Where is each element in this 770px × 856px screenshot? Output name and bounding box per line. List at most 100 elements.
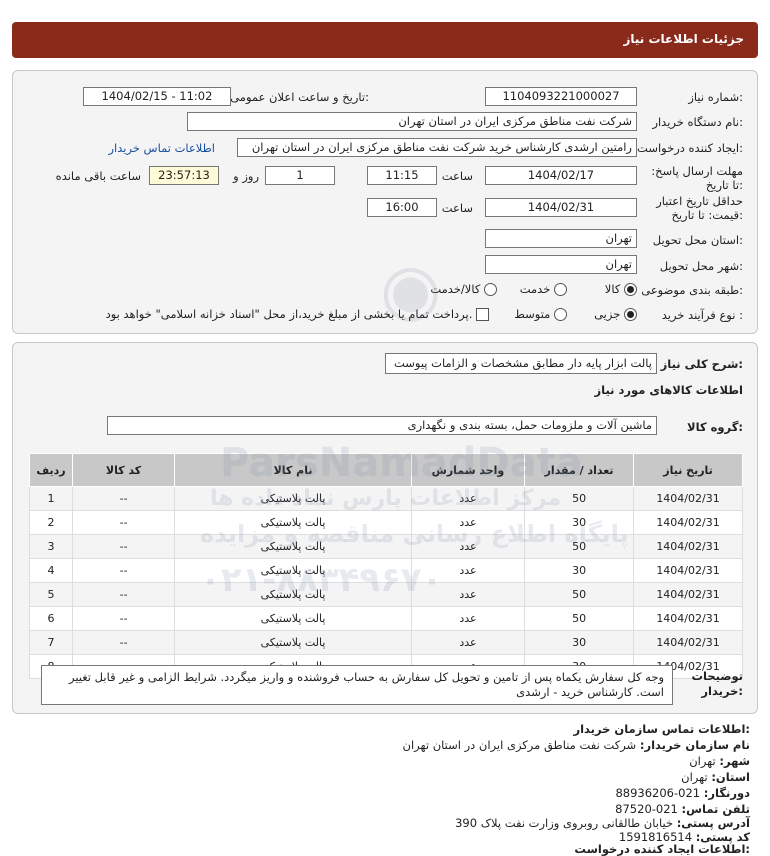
buyer-contact-section: اطلاعات تماس سازمان خریدار: نام سازمان خ…: [12, 718, 758, 856]
page-header: جزئیات اطلاعات نیاز: [12, 22, 758, 58]
contact-province-label: استان:: [711, 770, 750, 784]
days-label: روز و: [233, 169, 259, 183]
contact-org-value: شرکت نفت مناطق مرکزی ایران در استان تهرا…: [402, 738, 637, 752]
cell-unit: عدد: [410, 510, 526, 535]
radio-unchecked-icon[interactable]: [484, 283, 497, 296]
remaining-label: ساعت باقی مانده: [55, 169, 141, 183]
validity-label: حداقل تاریخ اعتبار قیمت: تا تاریخ:: [656, 194, 743, 222]
cell-row: 6: [29, 606, 73, 631]
cell-row: 4: [29, 558, 73, 583]
buyer-contact-link[interactable]: اطلاعات تماس خریدار: [108, 141, 215, 155]
cell-unit: عدد: [410, 606, 526, 631]
cell-qty: 50: [524, 582, 635, 607]
table-row: 2 -- پالت پلاستیکی عدد 30 1404/02/31: [29, 510, 743, 535]
cell-code: --: [71, 630, 176, 655]
cell-unit: عدد: [410, 486, 526, 511]
process-small-label: جزیی: [594, 307, 621, 321]
contact-fax-label: دورنگار:: [703, 786, 750, 800]
deadline-label: مهلت ارسال پاسخ: تا تاریخ:: [651, 164, 743, 192]
validity-date-field: 1404/02/31: [485, 198, 637, 217]
creator-info-title: اطلاعات ایجاد کننده درخواست:: [574, 842, 750, 856]
col-qty-header: تعداد / مقدار: [524, 453, 635, 487]
process-option-small[interactable]: جزیی: [594, 307, 637, 321]
buyer-org-field: شرکت نفت مناطق مرکزی ایران در استان تهرا…: [187, 112, 637, 131]
creator-label: ایجاد کننده درخواست:: [637, 141, 743, 155]
col-name-header: نام کالا: [174, 453, 412, 487]
col-code-header: کد کالا: [71, 453, 176, 487]
contact-fax-value: 021-88936206: [615, 786, 701, 800]
contact-province-value: تهران: [681, 770, 708, 784]
announce-label: تاریخ و ساعت اعلان عمومی:: [230, 90, 369, 104]
description-field: پالت ابزار پایه دار مطابق مشخصات و الزام…: [385, 353, 657, 374]
buyer-notes-label: توضیحات خریدار:: [691, 669, 744, 698]
goods-info-title: اطلاعات کالاهای مورد نیاز: [594, 383, 743, 397]
cell-code: --: [71, 606, 176, 631]
col-unit-header: واحد شمارش: [410, 453, 526, 487]
cell-unit: عدد: [410, 630, 526, 655]
table-row: 7 -- پالت پلاستیکی عدد 30 1404/02/31: [29, 630, 743, 655]
cell-name: پالت پلاستیکی: [174, 606, 412, 631]
contact-title: اطلاعات تماس سازمان خریدار:: [573, 722, 750, 736]
checkbox-icon[interactable]: [476, 308, 489, 321]
city-field: تهران: [485, 255, 637, 274]
page-title: جزئیات اطلاعات نیاز: [623, 32, 744, 46]
cell-row: 3: [29, 534, 73, 559]
table-row: 5 -- پالت پلاستیکی عدد 50 1404/02/31: [29, 582, 743, 607]
need-number-label: شماره نیاز:: [688, 90, 743, 104]
table-row: 4 -- پالت پلاستیکی عدد 30 1404/02/31: [29, 558, 743, 583]
goods-group-label: گروه کالا:: [687, 420, 743, 434]
cell-code: --: [71, 534, 176, 559]
creator-field: رامتین ارشدی کارشناس خرید شرکت نفت مناطق…: [237, 138, 637, 157]
radio-unchecked-icon[interactable]: [554, 283, 567, 296]
cell-date: 1404/02/31: [633, 606, 743, 631]
province-field: تهران: [485, 229, 637, 248]
buyer-org-label: نام دستگاه خریدار:: [652, 115, 743, 129]
category-option-service[interactable]: خدمت: [520, 282, 567, 296]
treasury-payment-option[interactable]: پرداخت تمام یا بخشی از مبلغ خرید،از محل …: [106, 307, 489, 321]
category-both-label: کالا/خدمت: [430, 282, 481, 296]
process-option-medium[interactable]: متوسط: [514, 307, 567, 321]
days-field: 1: [265, 166, 335, 185]
cell-row: 1: [29, 486, 73, 511]
deadline-time-field: 11:15: [367, 166, 437, 185]
cell-code: --: [71, 558, 176, 583]
cell-row: 5: [29, 582, 73, 607]
contact-address-value: خیابان طالقانی روبروی وزارت نفت پلاک 390: [455, 816, 674, 830]
contact-org-label: نام سازمان خریدار:: [639, 738, 750, 752]
contact-city-label: شهر:: [719, 754, 750, 768]
col-date-header: تاریخ نیاز: [633, 453, 743, 487]
need-number-field: 1104093221000027: [485, 87, 637, 106]
category-option-both[interactable]: کالا/خدمت: [430, 282, 497, 296]
deadline-date-field: 1404/02/17: [485, 166, 637, 185]
province-label: استان محل تحویل:: [652, 233, 743, 247]
cell-unit: عدد: [410, 558, 526, 583]
goods-table-header-row: ردیف کد کالا نام کالا واحد شمارش تعداد /…: [29, 453, 743, 487]
cell-date: 1404/02/31: [633, 534, 743, 559]
validity-time-label: ساعت: [441, 201, 473, 215]
cell-code: --: [71, 510, 176, 535]
cell-code: --: [71, 582, 176, 607]
col-row-header: ردیف: [29, 453, 73, 487]
cell-date: 1404/02/31: [633, 510, 743, 535]
category-label: طبقه بندی موضوعی:: [641, 283, 743, 297]
radio-checked-icon[interactable]: [624, 308, 637, 321]
contact-phone-value: 021-87520: [615, 802, 678, 816]
contact-phone-label: تلفن تماس:: [681, 802, 750, 816]
radio-unchecked-icon[interactable]: [554, 308, 567, 321]
cell-date: 1404/02/31: [633, 486, 743, 511]
cell-name: پالت پلاستیکی: [174, 486, 412, 511]
cell-date: 1404/02/31: [633, 630, 743, 655]
table-row: 6 -- پالت پلاستیکی عدد 50 1404/02/31: [29, 606, 743, 631]
cell-name: پالت پلاستیکی: [174, 510, 412, 535]
category-option-goods[interactable]: کالا: [605, 282, 637, 296]
cell-unit: عدد: [410, 582, 526, 607]
city-label: شهر محل تحویل:: [659, 259, 743, 273]
cell-unit: عدد: [410, 534, 526, 559]
description-label: شرح کلی نیاز:: [660, 357, 743, 371]
validity-time-field: 16:00: [367, 198, 437, 217]
cell-date: 1404/02/31: [633, 558, 743, 583]
goods-table: ردیف کد کالا نام کالا واحد شمارش تعداد /…: [29, 453, 743, 679]
need-info-panel: شماره نیاز: 1104093221000027 تاریخ و ساع…: [12, 70, 758, 334]
radio-checked-icon[interactable]: [624, 283, 637, 296]
cell-qty: 30: [524, 630, 635, 655]
